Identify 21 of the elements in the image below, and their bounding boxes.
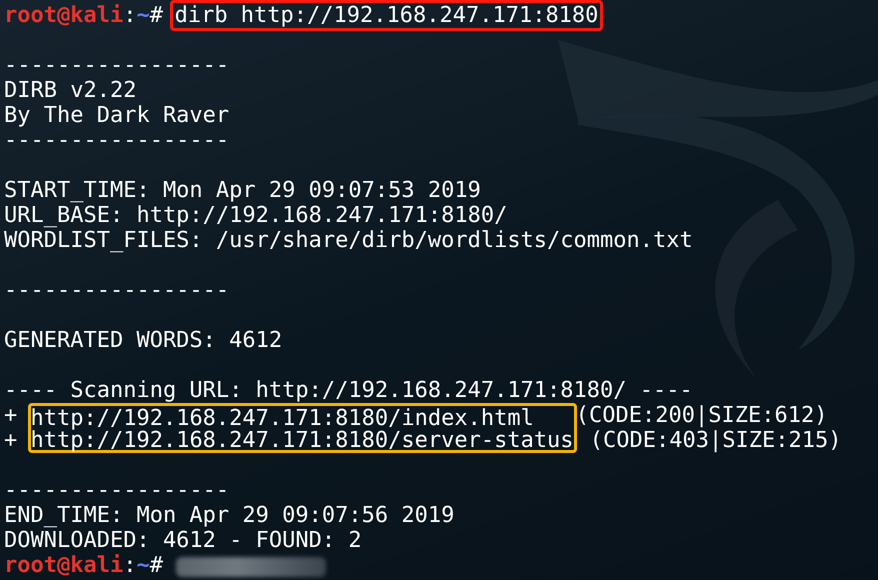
output-line: DOWNLOADED: 4612 - FOUND: 2: [4, 528, 362, 553]
prompt: root@kali:~#: [4, 3, 163, 28]
output-line: -----------------: [4, 128, 230, 153]
output-line: By The Dark Raver: [4, 103, 230, 128]
output-line: WORDLIST_FILES: /usr/share/dirb/wordlists/common.txt: [4, 228, 693, 253]
command-text: dirb http://192.168.247.171:8180: [170, 0, 604, 31]
status-text: (CODE:403|SIZE:215): [588, 428, 842, 453]
found-url: http://192.168.247.171:8180/index.html: [28, 403, 577, 428]
result-prefix: +: [4, 428, 18, 453]
output-line: DIRB v2.22: [4, 78, 136, 103]
output-line: URL_BASE: http://192.168.247.171:8180/: [4, 203, 508, 228]
output-line: START_TIME: Mon Apr 29 09:07:53 2019: [4, 178, 481, 203]
prompt: root@kali:~#: [4, 553, 163, 578]
output-line: GENERATED WORDS: 4612: [4, 328, 282, 353]
status-text: (CODE:200|SIZE:612): [574, 403, 828, 428]
output-line: -----------------: [4, 53, 230, 78]
output-line: ---- Scanning URL: http://192.168.247.171:8180/ ----: [4, 378, 693, 403]
result-prefix: +: [4, 403, 18, 428]
output-line: -----------------: [4, 278, 230, 303]
output-line: END_TIME: Mon Apr 29 09:07:56 2019: [4, 503, 454, 528]
output-line: -----------------: [4, 478, 230, 503]
